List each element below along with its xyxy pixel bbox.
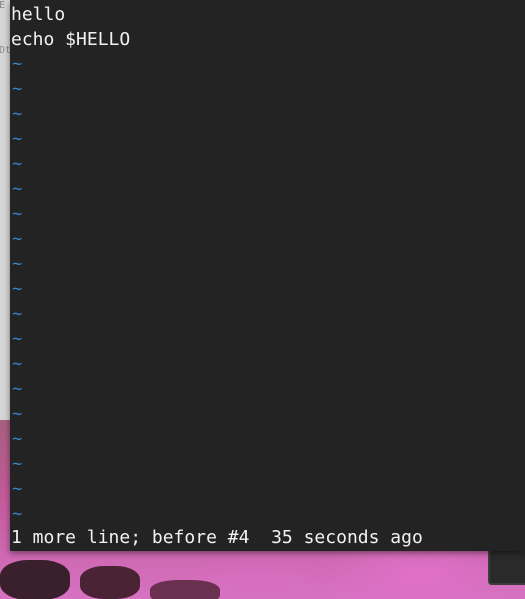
empty-line-marker: ~ xyxy=(12,354,23,374)
empty-line-marker: ~ xyxy=(12,254,23,274)
buffer-line-1[interactable]: hello xyxy=(11,2,523,27)
empty-line-marker: ~ xyxy=(12,129,23,149)
empty-line-marker: ~ xyxy=(12,329,23,349)
empty-line-marker: ~ xyxy=(12,429,23,449)
empty-line-marker: ~ xyxy=(12,229,23,249)
empty-line-marker: ~ xyxy=(12,179,23,199)
background-window-glyph: E xyxy=(0,0,6,11)
background-window-edge: E Dt xyxy=(0,0,11,420)
empty-line-marker: ~ xyxy=(12,54,23,74)
empty-line-marker: ~ xyxy=(12,404,23,424)
empty-line-marker: ~ xyxy=(12,379,23,399)
wallpaper-shape xyxy=(80,566,140,599)
empty-line-marker: ~ xyxy=(12,204,23,224)
empty-line-marker: ~ xyxy=(12,479,23,499)
empty-line-marker: ~ xyxy=(12,304,23,324)
editor-buffer[interactable]: hello echo $HELLO ~ ~ ~ ~ ~ ~ ~ ~ ~ ~ ~ … xyxy=(11,2,523,527)
wallpaper-shape xyxy=(0,560,70,599)
empty-line-marker: ~ xyxy=(12,154,23,174)
background-dock-widget[interactable] xyxy=(488,545,525,585)
empty-line-marker: ~ xyxy=(12,454,23,474)
terminal-window[interactable]: hello echo $HELLO ~ ~ ~ ~ ~ ~ ~ ~ ~ ~ ~ … xyxy=(10,0,525,551)
empty-line-marker: ~ xyxy=(12,279,23,299)
empty-line-marker: ~ xyxy=(12,79,23,99)
wallpaper-shape xyxy=(150,580,220,599)
buffer-line-2[interactable]: echo $HELLO xyxy=(11,27,523,52)
empty-line-marker: ~ xyxy=(12,504,23,524)
status-message: 1 more line; before #4 35 seconds ago xyxy=(11,527,423,548)
empty-line-marker: ~ xyxy=(12,104,23,124)
